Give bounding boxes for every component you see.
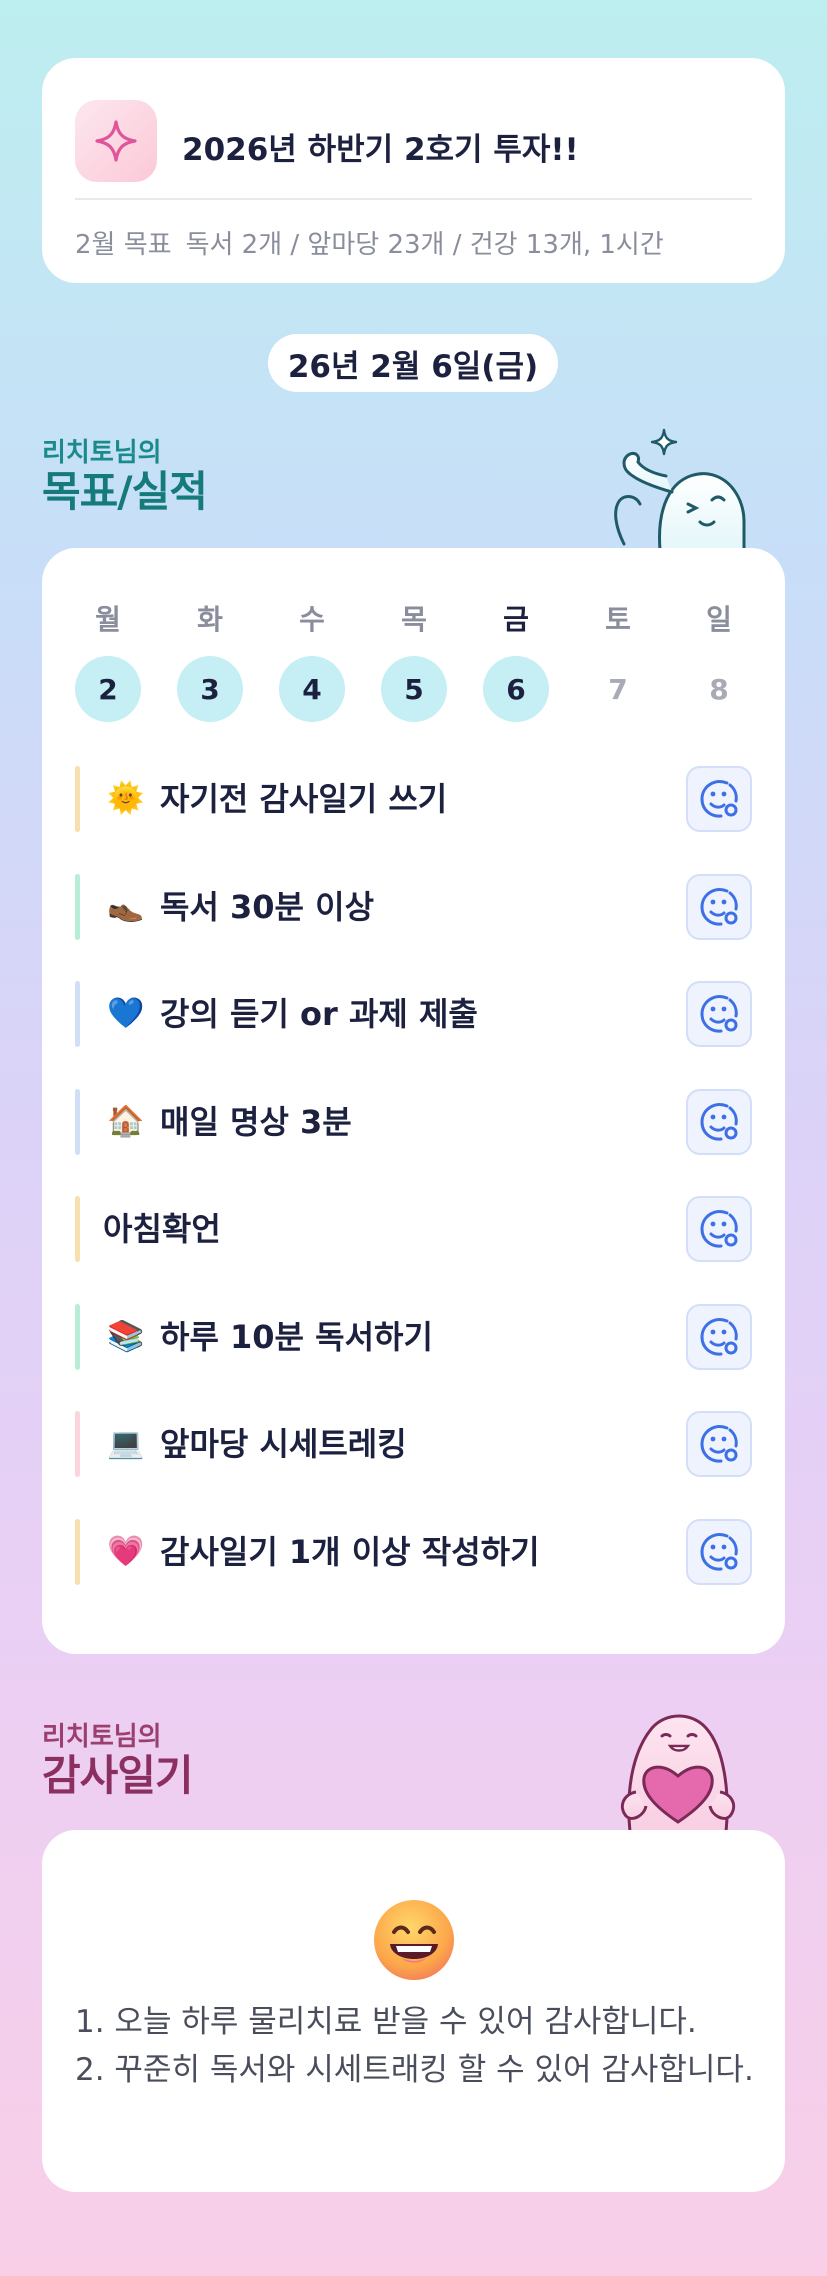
add-reaction-button[interactable]	[686, 981, 752, 1047]
date-chip[interactable]: 7	[585, 656, 651, 722]
add-reaction-button[interactable]	[686, 1196, 752, 1262]
weekday-label: 화	[197, 603, 223, 636]
task-color-bar	[75, 981, 80, 1047]
weekday-label: 수	[299, 603, 325, 636]
add-reaction-button[interactable]	[686, 1411, 752, 1477]
current-date[interactable]: 26년 2월 6일(금)	[268, 334, 558, 392]
task-row[interactable]: 🏠 매일 명상 3분	[75, 1088, 752, 1155]
add-reaction-button[interactable]	[686, 873, 752, 940]
task-label: 앞마당 시세트레킹	[160, 1425, 407, 1463]
goal-card: 2026년 하반기 2호기 투자!! 2월 목표 독서 2개 / 앞마당 23개 …	[42, 58, 785, 283]
month-goal-label: 2월 목표	[75, 230, 172, 260]
date-chip[interactable]: 3	[177, 656, 243, 722]
task-color-bar	[75, 1518, 80, 1585]
task-color-bar	[75, 873, 80, 940]
task-row[interactable]: 📚 하루 10분 독서하기	[75, 1303, 752, 1370]
task-color-bar	[75, 1411, 80, 1477]
smiley-add-icon	[700, 1317, 738, 1356]
goals-section-title: 목표/실적	[42, 467, 208, 516]
gratitude-section-title: 감사일기	[42, 1751, 194, 1800]
task-emoji-icon: 💻	[107, 1426, 145, 1461]
add-reaction-button[interactable]	[686, 766, 752, 832]
task-color-bar	[75, 1196, 80, 1262]
gratitude-line: 2. 꾸준히 독서와 시세트래킹 할 수 있어 감사합니다.	[75, 2052, 754, 2088]
weekday-row: 월 화 수 목 금 토 일	[75, 598, 752, 638]
smiley-add-icon	[700, 1102, 738, 1141]
task-label: 하루 10분 독서하기	[160, 1317, 433, 1356]
task-row[interactable]: 💙 강의 듣기 or 과제 제출	[75, 981, 752, 1047]
smiley-add-icon	[700, 780, 738, 818]
task-label: 감사일기 1개 이상 작성하기	[160, 1532, 540, 1571]
date-chip[interactable]: 2	[75, 656, 141, 722]
gratitude-line: 1. 오늘 하루 물리치료 받을 수 있어 감사합니다.	[75, 2004, 697, 2040]
smiley-add-icon	[700, 1425, 738, 1463]
task-emoji-icon: 💙	[107, 996, 145, 1031]
date-chip[interactable]: 5	[381, 656, 447, 722]
smiley-add-icon	[700, 1532, 738, 1571]
weekday-label: 토	[605, 603, 631, 636]
smiley-add-icon	[700, 995, 738, 1033]
task-emoji-icon: 📚	[107, 1318, 145, 1354]
task-row[interactable]: 아침확언	[75, 1196, 752, 1262]
task-color-bar	[75, 1088, 80, 1155]
ghost-mascot-icon	[600, 424, 750, 552]
task-label: 강의 듣기 or 과제 제출	[160, 995, 478, 1033]
date-chip[interactable]: 8	[686, 656, 752, 722]
task-color-bar	[75, 1303, 80, 1370]
weekly-goals-card: 월 화 수 목 금 토 일 2 3 4 5 6 7 8 🌞 자기전 감사일기 쓰기…	[42, 548, 785, 1654]
task-label: 독서 30분 이상	[160, 887, 375, 926]
gratitude-card: 1. 오늘 하루 물리치료 받을 수 있어 감사합니다. 2. 꾸준히 독서와 …	[42, 1830, 785, 2192]
month-goals: 2월 목표 독서 2개 / 앞마당 23개 / 건강 13개, 1시간	[75, 224, 664, 261]
weekday-label-today: 금	[503, 603, 529, 636]
weekday-label: 월	[95, 603, 121, 636]
task-row[interactable]: 💗 감사일기 1개 이상 작성하기	[75, 1518, 752, 1585]
task-row[interactable]: 👞 독서 30분 이상	[75, 873, 752, 940]
date-chip-today[interactable]: 6	[483, 656, 549, 722]
smiley-add-icon	[700, 1210, 738, 1248]
task-color-bar	[75, 766, 80, 832]
task-emoji-icon: 👞	[107, 888, 145, 924]
task-emoji-icon: 💗	[107, 1533, 145, 1569]
task-label: 아침확언	[103, 1210, 221, 1248]
task-emoji-icon: 🌞	[107, 781, 145, 816]
task-row[interactable]: 💻 앞마당 시세트레킹	[75, 1411, 752, 1477]
task-emoji-icon: 🏠	[107, 1103, 145, 1139]
grinning-face-icon	[372, 1898, 456, 1982]
sparkle-icon	[75, 100, 157, 182]
task-label: 매일 명상 3분	[160, 1102, 352, 1141]
month-goal-text: 독서 2개 / 앞마당 23개 / 건강 13개, 1시간	[185, 230, 664, 260]
date-chip[interactable]: 4	[279, 656, 345, 722]
weekday-label: 일	[706, 603, 732, 636]
task-label: 자기전 감사일기 쓰기	[160, 780, 448, 818]
task-row[interactable]: 🌞 자기전 감사일기 쓰기	[75, 766, 752, 832]
goal-title: 2026년 하반기 2호기 투자!!	[182, 132, 579, 168]
add-reaction-button[interactable]	[686, 1303, 752, 1370]
date-row: 2 3 4 5 6 7 8	[75, 656, 752, 722]
add-reaction-button[interactable]	[686, 1088, 752, 1155]
weekday-label: 목	[401, 603, 427, 636]
heart-ghost-mascot-icon	[596, 1702, 756, 1834]
add-reaction-button[interactable]	[686, 1518, 752, 1585]
divider	[75, 198, 752, 200]
smiley-add-icon	[700, 887, 738, 926]
gratitude-entries: 1. 오늘 하루 물리치료 받을 수 있어 감사합니다. 2. 꾸준히 독서와 …	[75, 1998, 755, 2094]
